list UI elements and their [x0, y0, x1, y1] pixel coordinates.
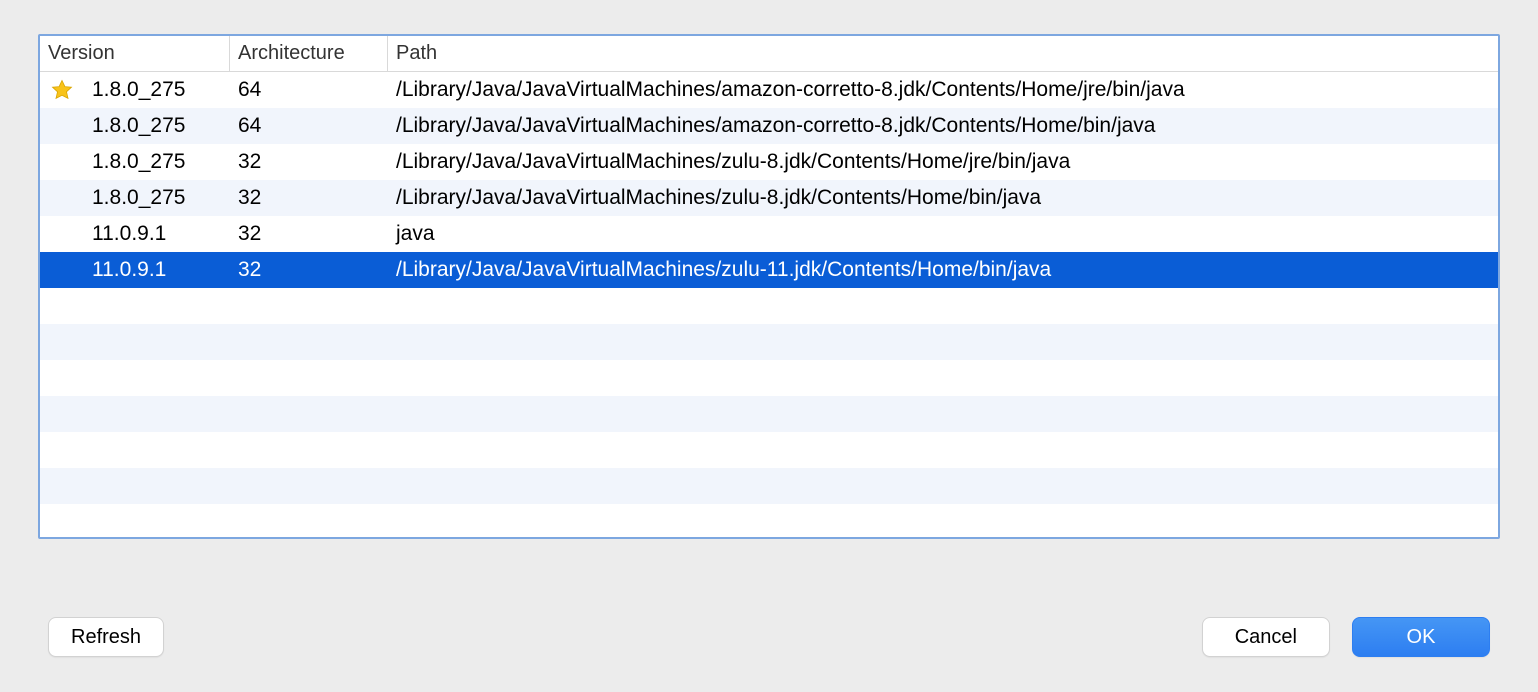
empty-row — [40, 360, 1498, 396]
empty-row — [40, 288, 1498, 324]
table-row[interactable]: 1.8.0_27532/Library/Java/JavaVirtualMach… — [40, 144, 1498, 180]
column-header-path[interactable]: Path — [388, 36, 1498, 71]
version-cell: 1.8.0_275 — [84, 114, 230, 138]
version-cell: 11.0.9.1 — [84, 258, 230, 282]
ok-button[interactable]: OK — [1352, 617, 1490, 657]
architecture-cell: 32 — [230, 258, 388, 282]
table-row[interactable]: 11.0.9.132/Library/Java/JavaVirtualMachi… — [40, 252, 1498, 288]
version-cell: 1.8.0_275 — [84, 150, 230, 174]
empty-row — [40, 324, 1498, 360]
version-cell: 1.8.0_275 — [84, 186, 230, 210]
empty-row — [40, 396, 1498, 432]
table-body: 1.8.0_27564/Library/Java/JavaVirtualMach… — [40, 72, 1498, 537]
cancel-button[interactable]: Cancel — [1202, 617, 1330, 657]
architecture-cell: 64 — [230, 114, 388, 138]
table-row[interactable]: 11.0.9.132java — [40, 216, 1498, 252]
path-cell: /Library/Java/JavaVirtualMachines/zulu-8… — [388, 186, 1498, 210]
architecture-cell: 32 — [230, 186, 388, 210]
column-header-architecture[interactable]: Architecture — [230, 36, 388, 71]
table-row[interactable]: 1.8.0_27564/Library/Java/JavaVirtualMach… — [40, 72, 1498, 108]
path-cell: java — [388, 222, 1498, 246]
empty-row — [40, 468, 1498, 504]
architecture-cell: 64 — [230, 78, 388, 102]
table-header: Version Architecture Path — [40, 36, 1498, 72]
star-cell — [40, 78, 84, 102]
table-row[interactable]: 1.8.0_27532/Library/Java/JavaVirtualMach… — [40, 180, 1498, 216]
path-cell: /Library/Java/JavaVirtualMachines/amazon… — [388, 114, 1498, 138]
architecture-cell: 32 — [230, 150, 388, 174]
refresh-button[interactable]: Refresh — [48, 617, 164, 657]
version-cell: 1.8.0_275 — [84, 78, 230, 102]
path-cell: /Library/Java/JavaVirtualMachines/amazon… — [388, 78, 1498, 102]
architecture-cell: 32 — [230, 222, 388, 246]
star-icon — [50, 78, 74, 102]
column-header-version[interactable]: Version — [40, 36, 230, 71]
empty-row — [40, 432, 1498, 468]
table-row[interactable]: 1.8.0_27564/Library/Java/JavaVirtualMach… — [40, 108, 1498, 144]
dialog-footer: Refresh Cancel OK — [0, 612, 1538, 662]
java-version-table: Version Architecture Path 1.8.0_27564/Li… — [38, 34, 1500, 539]
path-cell: /Library/Java/JavaVirtualMachines/zulu-8… — [388, 150, 1498, 174]
version-cell: 11.0.9.1 — [84, 222, 230, 246]
empty-row — [40, 504, 1498, 539]
path-cell: /Library/Java/JavaVirtualMachines/zulu-1… — [388, 258, 1498, 282]
